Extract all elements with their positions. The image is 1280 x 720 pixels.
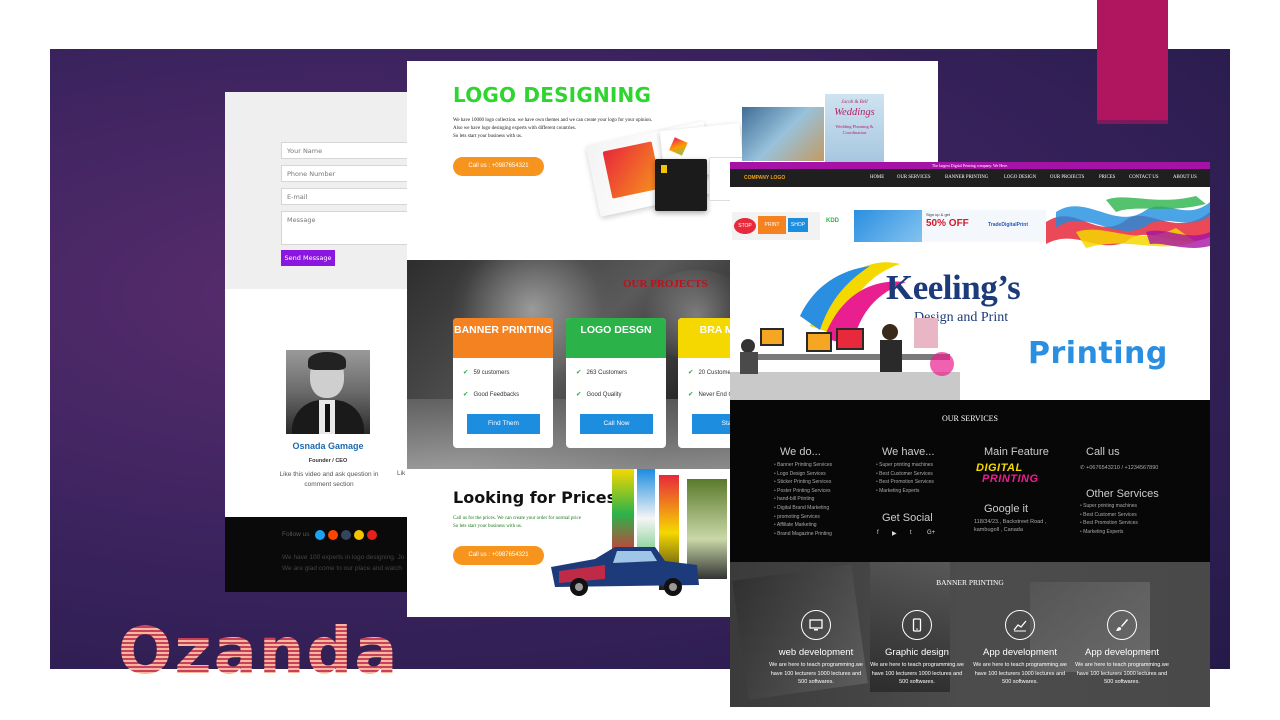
google-plus-icon[interactable]: G+ <box>927 530 935 536</box>
phone-numbers: ✆ +0676543210 / +1234567890 <box>1080 465 1159 471</box>
business-card-dark <box>655 159 707 211</box>
google-it-heading: Google it <box>984 503 1029 515</box>
main-navbar: COMPANY LOGO HOME OUR SERVICES BANNER PR… <box>730 169 1210 187</box>
contact-form: Your Name Phone Number E-mail Message Se… <box>225 92 425 289</box>
ad-stop-print-shop: STOP PRINT SHOP <box>732 212 820 240</box>
team-member-description-clipped: Lik <box>397 470 406 477</box>
ad-print-products <box>854 210 922 242</box>
nav-about-us[interactable]: ABOUT US <box>1173 175 1197 180</box>
digital-printing-logo: DIGITAL PRINTING <box>976 462 1039 485</box>
get-social-heading: Get Social <box>882 512 933 524</box>
feature-heading: App development <box>1085 647 1159 658</box>
logo-designing-title: LOGO DESIGNING <box>453 83 652 107</box>
nav-logo-design[interactable]: LOGO DESIGN <box>1004 175 1036 180</box>
banner-printing-heading: BANNER PRINTING <box>936 578 1004 587</box>
footer-text: We have 100 experts in logo designing. J… <box>282 554 405 572</box>
we-do-list: Banner Printing Services Logo Design Ser… <box>774 461 832 538</box>
email-input[interactable]: E-mail <box>281 188 425 205</box>
team-member-role: Founder / CEO <box>308 458 348 464</box>
accent-tab <box>1097 0 1168 124</box>
other-services-heading: Other Services <box>1086 488 1159 500</box>
snapchat-icon[interactable] <box>354 530 364 540</box>
other-services-list: Super printing machines Best Customer Se… <box>1080 502 1138 536</box>
twitter-icon[interactable] <box>315 530 325 540</box>
follow-label: Follow us <box>282 531 310 538</box>
nav-prices[interactable]: PRICES <box>1099 175 1115 180</box>
paint-splash <box>1046 196 1210 248</box>
company-logo[interactable]: COMPANY LOGO <box>744 175 785 181</box>
feature-heading: Graphic design <box>885 647 949 658</box>
monitor-icon <box>801 610 831 640</box>
team-member-description: Like this video and ask question in comm… <box>279 471 379 488</box>
call-now-button[interactable]: Call Now <box>580 414 653 434</box>
we-do-heading: We do... <box>780 446 821 458</box>
our-projects-heading: OUR PROJECTS <box>623 278 708 290</box>
call-us-heading: Call us <box>1086 446 1120 458</box>
feature-text: We are here to teach programming.we have… <box>870 662 964 685</box>
truck-image <box>551 547 699 596</box>
phone-input[interactable]: Phone Number <box>281 165 425 182</box>
ozanda-wordmark: Ozanda <box>118 615 400 689</box>
keelings-panel: The largest Digital Printing company. We… <box>730 162 1210 707</box>
reddit-icon[interactable] <box>328 530 338 540</box>
prices-title: Looking for Prices <box>453 488 617 507</box>
project-card-logo: LOGO DESGN 263 Customers Good Quality Ca… <box>566 318 666 448</box>
find-them-button[interactable]: Find Them <box>467 414 540 434</box>
avatar <box>286 350 370 434</box>
we-have-heading: We have... <box>882 446 935 458</box>
contact-panel: Your Name Phone Number E-mail Message Se… <box>225 92 425 592</box>
prices-text: Call us for the prices. We can create yo… <box>453 516 581 529</box>
photographer-photo <box>742 107 824 161</box>
twitter-icon[interactable]: t <box>910 530 912 536</box>
top-announcement-bar: The largest Digital Printing company. We… <box>730 162 1210 169</box>
send-message-button[interactable]: Send Message <box>281 250 335 266</box>
nav-our-services[interactable]: OUR SERVICES <box>897 175 931 180</box>
weddings-card: Jacob & Bell Weddings Wedding Planning &… <box>825 94 884 162</box>
feature-text: We are here to teach programming.we have… <box>1075 662 1169 685</box>
nav-contact-us[interactable]: CONTACT US <box>1129 175 1159 180</box>
feature-text: We are here to teach programming.we have… <box>769 662 863 685</box>
call-us-button[interactable]: Call us : +0987654321 <box>453 157 544 176</box>
message-input[interactable]: Message <box>281 211 425 245</box>
ad-logo-small: KDD <box>826 218 839 224</box>
our-services-heading: OUR SERVICES <box>941 414 999 423</box>
business-card-accent <box>602 141 662 199</box>
nav-home[interactable]: HOME <box>870 175 884 180</box>
nav-our-projects[interactable]: OUR PROJECTS <box>1050 175 1084 180</box>
banner-printing-section: BANNER PRINTING web development We are h… <box>730 562 1210 707</box>
keelings-hero: Keeling’s Design and Print Printing <box>730 254 1210 400</box>
feature-text: We are here to teach programming.we have… <box>973 662 1067 685</box>
tablet-icon <box>902 610 932 640</box>
contact-footer: Follow us We have 100 experts in logo de… <box>225 517 425 592</box>
chart-icon <box>1005 610 1035 640</box>
our-services-section: OUR SERVICES We do... Banner Printing Se… <box>730 400 1210 562</box>
nav-banner-printing[interactable]: BANNER PRINTING <box>945 175 988 180</box>
project-card-banner: BANNER PRINTING 59 customers Good Feedba… <box>453 318 553 448</box>
call-us-button-prices[interactable]: Call us : +0987654321 <box>453 546 544 565</box>
keelings-heading: Keeling’s <box>886 268 1021 307</box>
facebook-icon[interactable]: f <box>877 530 879 536</box>
office-scene <box>730 318 960 400</box>
team-member-name: Osnada Gamage <box>292 441 364 451</box>
tumblr-icon[interactable] <box>341 530 351 540</box>
ad-fifty-off: Sign up & get 50% OFF TradeDigitalPrint <box>922 210 1046 242</box>
feature-heading: web development <box>778 647 854 658</box>
main-feature-heading: Main Feature <box>984 446 1049 458</box>
we-have-list: Super printing machines Best Customer Se… <box>876 461 934 495</box>
youtube-icon[interactable] <box>367 530 377 540</box>
printing-heading: Printing <box>1028 336 1168 371</box>
youtube-icon[interactable]: ▶ <box>892 530 897 537</box>
brush-icon <box>1107 610 1137 640</box>
address: 118/34/23., Backstreet Road , kambugoll … <box>974 519 1047 533</box>
slide: Your Name Phone Number E-mail Message Se… <box>0 0 1280 720</box>
feature-heading: App development <box>983 647 1057 658</box>
name-input[interactable]: Your Name <box>281 142 425 159</box>
